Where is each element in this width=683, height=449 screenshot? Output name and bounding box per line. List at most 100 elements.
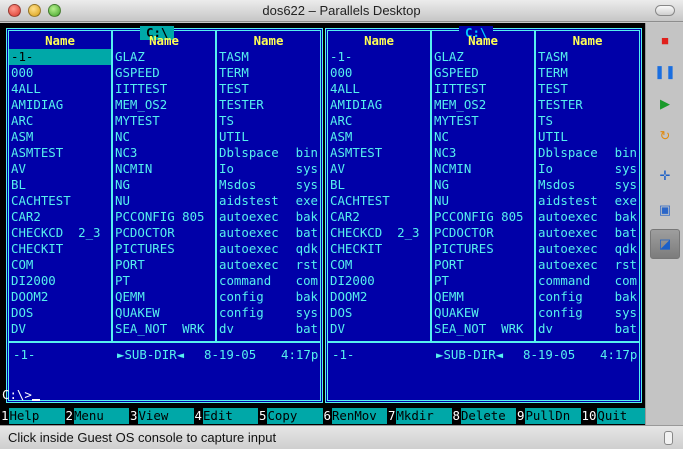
file-entry[interactable]: dv bat bbox=[536, 321, 639, 337]
file-entry[interactable]: autoexec qdk bbox=[536, 241, 639, 257]
file-entry[interactable]: PORT bbox=[113, 257, 215, 273]
file-entry[interactable]: MEM_OS2 bbox=[113, 97, 215, 113]
file-entry[interactable]: CHECKIT bbox=[328, 241, 430, 257]
file-entry[interactable]: QUAKEW bbox=[432, 305, 534, 321]
fkey-delete[interactable]: 8 Delete bbox=[451, 408, 516, 424]
file-entry[interactable]: NC3 bbox=[113, 145, 215, 161]
file-entry[interactable]: TEST bbox=[536, 81, 639, 97]
file-entry[interactable]: CACHTEST bbox=[328, 193, 430, 209]
file-entry[interactable]: NCMIN bbox=[432, 161, 534, 177]
file-entry[interactable]: PICTURES bbox=[432, 241, 534, 257]
file-entry[interactable]: PT bbox=[432, 273, 534, 289]
screenshot-button[interactable]: ▣ bbox=[654, 199, 676, 221]
resize-grip[interactable] bbox=[664, 431, 673, 445]
fit-window-button[interactable]: ✛ bbox=[654, 165, 676, 187]
file-entry[interactable]: PCCONFIG 805 bbox=[432, 209, 534, 225]
file-entry[interactable]: PICTURES bbox=[113, 241, 215, 257]
file-entry[interactable]: AV bbox=[9, 161, 111, 177]
file-entry[interactable]: NU bbox=[432, 193, 534, 209]
file-entry[interactable]: NC bbox=[113, 129, 215, 145]
fkey-menu[interactable]: 2 Menu bbox=[64, 408, 129, 424]
file-entry[interactable]: DV bbox=[9, 321, 111, 337]
file-entry[interactable]: PT bbox=[113, 273, 215, 289]
file-entry[interactable]: Msdos sys bbox=[217, 177, 320, 193]
file-entry[interactable]: DOOM2 bbox=[9, 289, 111, 305]
file-entry[interactable]: GLAZ bbox=[432, 49, 534, 65]
file-entry[interactable]: 000 bbox=[9, 65, 111, 81]
file-entry[interactable]: config sys bbox=[536, 305, 639, 321]
file-entry[interactable]: config bak bbox=[536, 289, 639, 305]
file-entry[interactable]: autoexec bat bbox=[536, 225, 639, 241]
file-entry[interactable]: CACHTEST bbox=[9, 193, 111, 209]
file-entry[interactable]: QEMM bbox=[432, 289, 534, 305]
file-entry[interactable]: DI2000 bbox=[9, 273, 111, 289]
reset-button[interactable]: ↻ bbox=[654, 125, 676, 147]
file-entry[interactable]: AMIDIAG bbox=[328, 97, 430, 113]
file-entry[interactable]: autoexec bat bbox=[217, 225, 320, 241]
file-entry[interactable]: TERM bbox=[217, 65, 320, 81]
file-entry[interactable]: ASM bbox=[9, 129, 111, 145]
file-entry[interactable]: ASM bbox=[328, 129, 430, 145]
file-entry[interactable]: Msdos sys bbox=[536, 177, 639, 193]
file-entry[interactable]: NU bbox=[113, 193, 215, 209]
play-button[interactable]: ▶ bbox=[654, 93, 676, 115]
pause-button[interactable]: ❚❚ bbox=[654, 61, 676, 83]
file-entry[interactable]: dv bat bbox=[217, 321, 320, 337]
file-entry[interactable]: CAR2 bbox=[9, 209, 111, 225]
file-entry[interactable]: CHECKIT bbox=[9, 241, 111, 257]
file-entry[interactable]: PCCONFIG 805 bbox=[113, 209, 215, 225]
fkey-view[interactable]: 3 View bbox=[129, 408, 194, 424]
file-entry[interactable]: autoexec bak bbox=[536, 209, 639, 225]
file-entry[interactable]: IITTEST bbox=[113, 81, 215, 97]
fkey-quit[interactable]: 10 Quit bbox=[580, 408, 645, 424]
file-entry[interactable]: COM bbox=[9, 257, 111, 273]
file-entry[interactable]: Io sys bbox=[536, 161, 639, 177]
file-entry[interactable]: Dblspace bin bbox=[536, 145, 639, 161]
right-file-panel[interactable]: C:\ Name -1- 000 4ALL AMIDIAG ARC ASM ASMTEST AV… bbox=[325, 26, 642, 403]
fkey-mkdir[interactable]: 7 Mkdir bbox=[387, 408, 452, 424]
file-entry[interactable]: AV bbox=[328, 161, 430, 177]
left-file-panel[interactable]: C:\ Name -1- 000 4ALL AMIDIAG ARC ASM ASMTEST AV… bbox=[6, 26, 323, 403]
file-entry[interactable]: TASM bbox=[217, 49, 320, 65]
file-entry[interactable]: TESTER bbox=[217, 97, 320, 113]
file-entry[interactable]: aidstest exe bbox=[536, 193, 639, 209]
file-entry[interactable]: NC bbox=[432, 129, 534, 145]
file-entry[interactable]: PCDOCTOR bbox=[113, 225, 215, 241]
file-entry[interactable]: UTIL bbox=[217, 129, 320, 145]
file-entry[interactable]: NC3 bbox=[432, 145, 534, 161]
file-entry[interactable]: TESTER bbox=[536, 97, 639, 113]
fkey-pulldn[interactable]: 9 PullDn bbox=[516, 408, 581, 424]
fkey-help[interactable]: 1 Help bbox=[0, 408, 65, 424]
file-entry[interactable]: CHECKCD 2_3 bbox=[9, 225, 111, 241]
file-entry[interactable]: AMIDIAG bbox=[9, 97, 111, 113]
command-prompt[interactable]: C:\> bbox=[2, 387, 40, 403]
file-entry[interactable]: ASMTEST bbox=[328, 145, 430, 161]
file-entry[interactable]: COM bbox=[328, 257, 430, 273]
file-entry[interactable]: NG bbox=[113, 177, 215, 193]
file-entry[interactable]: QUAKEW bbox=[113, 305, 215, 321]
file-entry[interactable]: GLAZ bbox=[113, 49, 215, 65]
file-entry[interactable]: NG bbox=[432, 177, 534, 193]
file-entry[interactable]: aidstest exe bbox=[217, 193, 320, 209]
file-entry[interactable]: DOOM2 bbox=[328, 289, 430, 305]
file-entry[interactable]: SEA_NOT WRK bbox=[432, 321, 534, 337]
file-entry[interactable]: command com bbox=[217, 273, 320, 289]
file-entry[interactable]: TS bbox=[217, 113, 320, 129]
file-entry[interactable]: IITTEST bbox=[432, 81, 534, 97]
file-entry[interactable]: PORT bbox=[432, 257, 534, 273]
file-entry[interactable]: Dblspace bin bbox=[217, 145, 320, 161]
file-entry[interactable]: ASMTEST bbox=[9, 145, 111, 161]
file-entry[interactable]: PCDOCTOR bbox=[432, 225, 534, 241]
file-entry[interactable]: DV bbox=[328, 321, 430, 337]
file-entry[interactable]: 4ALL bbox=[328, 81, 430, 97]
file-entry[interactable]: command com bbox=[536, 273, 639, 289]
file-entry[interactable]: NCMIN bbox=[113, 161, 215, 177]
file-entry[interactable]: Io sys bbox=[217, 161, 320, 177]
stop-button[interactable]: ■ bbox=[654, 29, 676, 51]
file-entry[interactable]: MYTEST bbox=[113, 113, 215, 129]
file-entry[interactable]: CHECKCD 2_3 bbox=[328, 225, 430, 241]
file-entry[interactable]: BL bbox=[328, 177, 430, 193]
capture-input-button[interactable]: ◪ bbox=[650, 229, 680, 259]
file-entry[interactable]: MEM_OS2 bbox=[432, 97, 534, 113]
file-entry[interactable]: ARC bbox=[9, 113, 111, 129]
